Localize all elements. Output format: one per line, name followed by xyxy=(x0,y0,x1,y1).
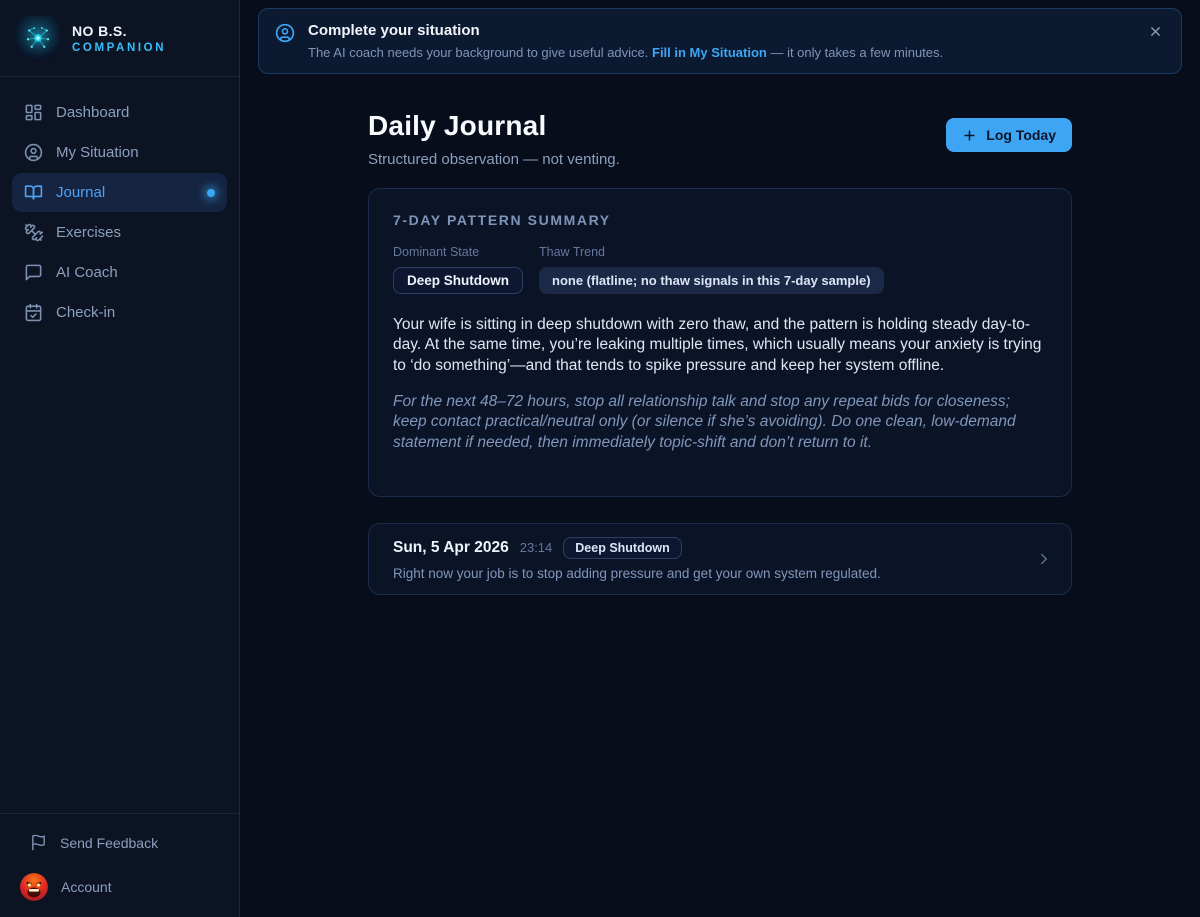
app-logo-icon xyxy=(16,16,60,60)
entry-date: Sun, 5 Apr 2026 xyxy=(393,539,509,557)
avatar xyxy=(20,873,48,901)
sidebar-nav: Dashboard My Situation Journal Exercises xyxy=(0,77,239,348)
pattern-summary-card: 7-DAY PATTERN SUMMARY Dominant State Dee… xyxy=(368,188,1072,497)
sidebar-item-dashboard[interactable]: Dashboard xyxy=(12,93,227,132)
dominant-state-stat: Dominant State Deep Shutdown xyxy=(393,245,523,294)
send-feedback-label: Send Feedback xyxy=(60,835,158,851)
pattern-summary-title: 7-DAY PATTERN SUMMARY xyxy=(393,212,1047,228)
banner-text: Complete your situation The AI coach nee… xyxy=(308,22,943,60)
calendar-check-icon xyxy=(24,303,43,322)
sidebar-item-my-situation[interactable]: My Situation xyxy=(12,133,227,172)
entry-time: 23:14 xyxy=(520,540,553,555)
message-square-icon xyxy=(24,263,43,282)
sidebar-item-journal[interactable]: Journal xyxy=(12,173,227,212)
entry-header: Sun, 5 Apr 2026 23:14 Deep Shutdown xyxy=(393,537,881,559)
banner-body-suffix: — it only takes a few minutes. xyxy=(767,45,943,60)
book-open-icon xyxy=(24,183,43,202)
banner-title: Complete your situation xyxy=(308,22,943,39)
journal-entry-row[interactable]: Sun, 5 Apr 2026 23:14 Deep Shutdown Righ… xyxy=(368,523,1072,595)
brand-title: NO B.S. xyxy=(72,23,166,39)
account-button[interactable]: Account xyxy=(16,873,223,901)
entry-state-badge: Deep Shutdown xyxy=(563,537,681,559)
dashboard-icon xyxy=(24,103,43,122)
thaw-trend-badge: none (flatline; no thaw signals in this … xyxy=(539,267,884,294)
journal-notification-dot xyxy=(207,189,215,197)
chevron-right-icon xyxy=(1035,550,1053,568)
complete-situation-banner: Complete your situation The AI coach nee… xyxy=(258,8,1182,74)
brand-text: NO B.S. COMPANION xyxy=(72,23,166,54)
pattern-analysis-text: Your wife is sitting in deep shutdown wi… xyxy=(393,315,1047,376)
entry-summary: Right now your job is to stop adding pre… xyxy=(393,566,881,581)
thaw-trend-label: Thaw Trend xyxy=(539,245,884,259)
entry-content: Sun, 5 Apr 2026 23:14 Deep Shutdown Righ… xyxy=(393,537,881,581)
sidebar-item-label: Dashboard xyxy=(56,104,129,121)
thaw-trend-stat: Thaw Trend none (flatline; no thaw signa… xyxy=(539,245,884,294)
account-label: Account xyxy=(61,879,112,895)
sidebar-item-check-in[interactable]: Check-in xyxy=(12,293,227,332)
sidebar-item-exercises[interactable]: Exercises xyxy=(12,213,227,252)
close-icon xyxy=(1148,24,1163,39)
send-feedback-button[interactable]: Send Feedback xyxy=(16,834,223,851)
main-area: Complete your situation The AI coach nee… xyxy=(240,0,1200,917)
plus-icon xyxy=(962,128,977,143)
page-subtitle: Structured observation — not venting. xyxy=(368,151,620,168)
sidebar-footer: Send Feedback xyxy=(0,813,239,917)
brand: NO B.S. COMPANION xyxy=(0,0,239,77)
sidebar-item-label: Check-in xyxy=(56,304,115,321)
journal-page: Daily Journal Structured observation — n… xyxy=(368,110,1072,595)
sidebar-item-label: Journal xyxy=(56,184,105,201)
user-circle-icon xyxy=(24,143,43,162)
sidebar-item-label: My Situation xyxy=(56,144,139,161)
flag-icon xyxy=(30,834,47,851)
page-header: Daily Journal Structured observation — n… xyxy=(368,110,1072,168)
pattern-stats: Dominant State Deep Shutdown Thaw Trend … xyxy=(393,245,1047,294)
sidebar-item-ai-coach[interactable]: AI Coach xyxy=(12,253,227,292)
user-circle-icon xyxy=(275,23,295,43)
brand-subtitle: COMPANION xyxy=(72,42,166,54)
log-today-label: Log Today xyxy=(986,127,1056,143)
dominant-state-label: Dominant State xyxy=(393,245,523,259)
pattern-recommendation-text: For the next 48–72 hours, stop all relat… xyxy=(393,392,1047,453)
page-title: Daily Journal xyxy=(368,110,620,142)
dominant-state-badge: Deep Shutdown xyxy=(393,267,523,294)
log-today-button[interactable]: Log Today xyxy=(946,118,1072,152)
sidebar-item-label: Exercises xyxy=(56,224,121,241)
sidebar: NO B.S. COMPANION Dashboard My Situation… xyxy=(0,0,240,917)
page-header-text: Daily Journal Structured observation — n… xyxy=(368,110,620,168)
fill-in-my-situation-link[interactable]: Fill in My Situation xyxy=(652,45,767,60)
sidebar-item-label: AI Coach xyxy=(56,264,118,281)
banner-close-button[interactable] xyxy=(1146,22,1165,41)
dumbbell-icon xyxy=(24,223,43,242)
banner-body-prefix: The AI coach needs your background to gi… xyxy=(308,45,652,60)
banner-body: The AI coach needs your background to gi… xyxy=(308,45,943,60)
